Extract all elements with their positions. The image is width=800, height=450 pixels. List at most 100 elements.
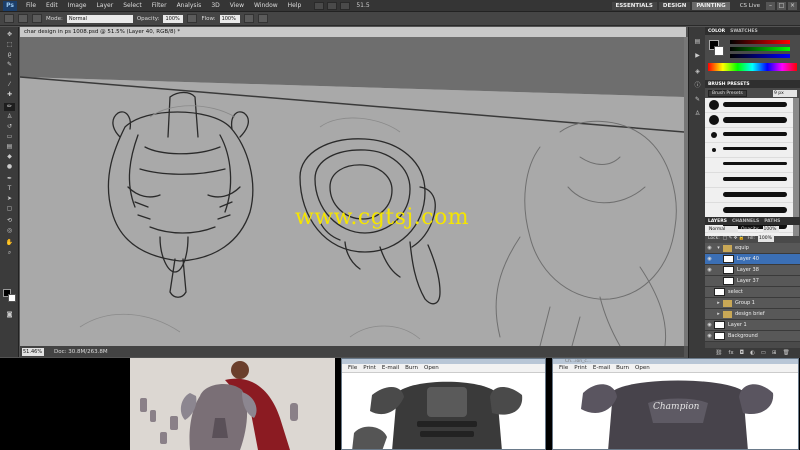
brush-preset-item[interactable] [705, 158, 793, 173]
lock-icons[interactable]: □ ✎ ✥ 🔒 [723, 236, 745, 241]
menu-view[interactable]: View [225, 0, 249, 12]
crop-tool-icon[interactable]: ⌗ [4, 71, 15, 79]
layer-row-group[interactable]: ◉ ▾ equip [705, 243, 800, 254]
menu-select[interactable]: Select [118, 0, 147, 12]
trash-icon[interactable]: 🗑 [783, 350, 790, 356]
viewer-menu-burn[interactable]: Burn [616, 365, 629, 371]
document-tab[interactable]: char design in ps 1008.psd @ 51.5% (Laye… [20, 27, 686, 37]
blend-mode-select[interactable]: Normal [708, 226, 738, 233]
new-layer-icon[interactable]: ⊞ [772, 350, 777, 356]
quick-mask-icon[interactable]: ◙ [4, 311, 15, 319]
mask-icon[interactable]: ◘ [740, 350, 744, 356]
fill-input[interactable]: 100% [758, 235, 774, 242]
move-tool-icon[interactable]: ✥ [4, 31, 15, 39]
brush-preset-item[interactable] [705, 98, 793, 113]
viewer-menu-email[interactable]: E-mail [382, 365, 399, 371]
bridge-icon[interactable] [314, 1, 325, 10]
clone-stamp-tool-icon[interactable]: ♙ [4, 113, 15, 121]
eye-icon[interactable]: ◉ [705, 267, 714, 273]
layer-row-group[interactable]: ▸ design brief [705, 309, 800, 320]
menu-filter[interactable]: Filter [147, 0, 172, 12]
eye-icon[interactable]: ◉ [705, 322, 714, 328]
background-color-swatch[interactable] [8, 294, 16, 302]
pressure-size-icon[interactable] [257, 14, 268, 23]
extras-icon[interactable] [340, 1, 351, 10]
3d-orbit-tool-icon[interactable]: ◎ [4, 227, 15, 235]
color-background-swatch[interactable] [714, 46, 724, 56]
brush-preset-item[interactable] [705, 173, 793, 188]
opacity-input[interactable]: 100% [163, 14, 184, 23]
tab-swatches[interactable]: SWATCHES [730, 29, 758, 34]
path-select-tool-icon[interactable]: ➤ [4, 195, 15, 203]
mode-select[interactable]: Normal [66, 14, 133, 23]
folder-icon[interactable]: ▭ [761, 350, 766, 356]
layer-row[interactable]: ◉ Layer 38 [705, 265, 800, 276]
viewer-menu-burn[interactable]: Burn [405, 365, 418, 371]
menu-file[interactable]: File [21, 0, 41, 12]
zoom-tool-icon[interactable]: ⌕ [4, 249, 15, 257]
viewer-menu-email[interactable]: E-mail [593, 365, 610, 371]
fx-icon[interactable]: fx [728, 350, 733, 356]
minimize-icon[interactable]: – [766, 1, 775, 10]
viewer-menu-file[interactable]: File [348, 365, 357, 371]
hand-tool-icon[interactable]: ✋ [4, 239, 15, 247]
brush-preset-item[interactable] [705, 143, 793, 158]
tab-color[interactable]: COLOR [708, 29, 725, 34]
brush-size-input[interactable]: 9 px [773, 89, 797, 97]
cs-live-button[interactable]: CS Live [740, 3, 760, 9]
layer-row[interactable]: select [705, 287, 800, 298]
layer-opacity-input[interactable]: 100% [762, 226, 779, 233]
brush-panel-toggle-icon[interactable] [32, 14, 42, 23]
blue-slider[interactable] [730, 54, 790, 58]
app-zoom[interactable]: 51.5 [356, 2, 369, 9]
airbrush-icon[interactable] [243, 14, 254, 23]
brush-panel-icon[interactable]: ✎ [692, 95, 703, 104]
gradient-tool-icon[interactable]: ▤ [4, 143, 15, 151]
eraser-tool-icon[interactable]: ▭ [4, 133, 15, 141]
disclosure-right-icon[interactable]: ▸ [714, 311, 723, 317]
menu-help[interactable]: Help [283, 0, 307, 12]
minibridge-icon[interactable] [327, 1, 338, 10]
adjust-icon[interactable]: ◐ [750, 350, 755, 356]
workspace-design[interactable]: DESIGN [658, 1, 691, 10]
brush-preset-item[interactable] [705, 188, 793, 203]
brush-preset-item[interactable] [705, 203, 793, 218]
link-icon[interactable]: ⛓ [715, 350, 722, 356]
navigator-panel-icon[interactable]: ◈ [692, 67, 703, 76]
color-ramp[interactable] [708, 63, 797, 71]
brush-tool-icon[interactable] [4, 14, 14, 23]
quick-select-tool-icon[interactable]: ✎ [4, 61, 15, 69]
menu-image[interactable]: Image [63, 0, 92, 12]
disclosure-down-icon[interactable]: ▾ [714, 245, 723, 251]
actions-panel-icon[interactable]: ▶ [692, 51, 703, 60]
zoom-field[interactable]: 51.46% [22, 347, 44, 356]
layer-row-group[interactable]: ▸ Group 1 [705, 298, 800, 309]
green-slider[interactable] [730, 47, 790, 51]
brush-list-scrollbar[interactable] [793, 98, 799, 236]
menu-3d[interactable]: 3D [206, 0, 224, 12]
eye-icon[interactable]: ◉ [705, 333, 714, 339]
shape-tool-icon[interactable]: ▢ [4, 205, 15, 213]
3d-rotate-tool-icon[interactable]: ⟲ [4, 217, 15, 225]
layer-row-selected[interactable]: ◉ Layer 40 [705, 254, 800, 265]
info-panel-icon[interactable]: ⓘ [692, 81, 703, 90]
eye-icon[interactable]: ◉ [705, 256, 714, 262]
layer-row[interactable]: ◉ Background [705, 331, 800, 342]
red-slider[interactable] [730, 40, 790, 44]
menu-window[interactable]: Window [249, 0, 283, 12]
history-panel-icon[interactable]: ▤ [692, 37, 703, 46]
layer-row[interactable]: ◉ Layer 1 [705, 320, 800, 331]
brush-tool-icon[interactable]: ✏ [4, 103, 15, 111]
pressure-opacity-icon[interactable] [187, 14, 198, 23]
menu-analysis[interactable]: Analysis [172, 0, 207, 12]
viewer-menu-file[interactable]: File [559, 365, 568, 371]
flow-input[interactable]: 100% [219, 14, 240, 23]
marquee-tool-icon[interactable]: ⬚ [4, 41, 15, 49]
workspace-essentials[interactable]: ESSENTIALS [611, 1, 657, 10]
lasso-tool-icon[interactable]: ϱ [4, 51, 15, 59]
clone-source-icon[interactable]: ♙ [692, 109, 703, 118]
brush-size-picker[interactable] [18, 14, 28, 23]
blur-tool-icon[interactable]: ◆ [4, 153, 15, 161]
history-brush-tool-icon[interactable]: ↺ [4, 123, 15, 131]
canvas[interactable]: www.cgtsj.com [20, 37, 684, 346]
